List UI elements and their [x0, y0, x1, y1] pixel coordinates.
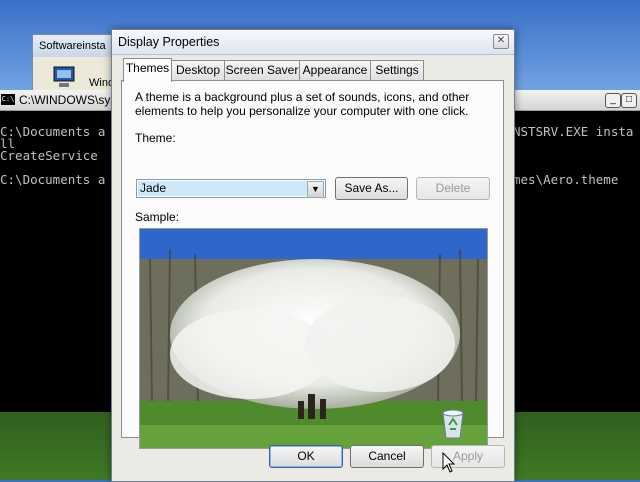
tab-themes[interactable]: Themes	[123, 58, 172, 82]
chevron-down-icon[interactable]: ▼	[307, 181, 324, 198]
theme-description: A theme is a background plus a set of so…	[135, 90, 470, 118]
minimize-button[interactable]: _	[605, 93, 621, 108]
tab-desktop[interactable]: Desktop	[171, 60, 225, 81]
tab-screen-saver[interactable]: Screen Saver	[224, 60, 300, 81]
display-properties-dialog: Display Properties ✕ Themes Desktop Scre…	[111, 29, 515, 482]
dialog-title: Display Properties	[118, 35, 220, 49]
cancel-button[interactable]: Cancel	[350, 445, 424, 468]
delete-button[interactable]: Delete	[416, 177, 490, 200]
console-title: C:\WINDOWS\sys	[19, 93, 117, 107]
maximize-button[interactable]: □	[621, 93, 637, 108]
theme-select-value: Jade	[138, 181, 307, 196]
theme-select[interactable]: Jade ▼	[136, 179, 326, 198]
ok-button[interactable]: OK	[269, 445, 343, 468]
dialog-title-bar[interactable]: Display Properties ✕	[112, 30, 514, 55]
tree-wallpaper-image	[140, 229, 487, 448]
theme-label: Theme:	[135, 131, 176, 145]
console-icon: C:\	[1, 94, 15, 105]
computer-icon	[53, 66, 75, 87]
cursor-icon	[442, 452, 456, 473]
save-as-button[interactable]: Save As...	[335, 177, 408, 200]
themes-panel: A theme is a background plus a set of so…	[121, 80, 504, 449]
close-icon[interactable]: ✕	[493, 34, 509, 49]
theme-sample-preview	[139, 228, 488, 449]
console-output-left: C:\Documents a ll CreateService C:\Docum…	[0, 124, 106, 187]
tab-settings[interactable]: Settings	[370, 60, 424, 81]
console-output-right: NSTSRV.EXE insta mes\Aero.theme	[513, 124, 634, 187]
sample-label: Sample:	[135, 210, 180, 224]
recycle-bin-icon[interactable]	[440, 407, 466, 439]
tab-appearance[interactable]: Appearance	[299, 60, 371, 81]
